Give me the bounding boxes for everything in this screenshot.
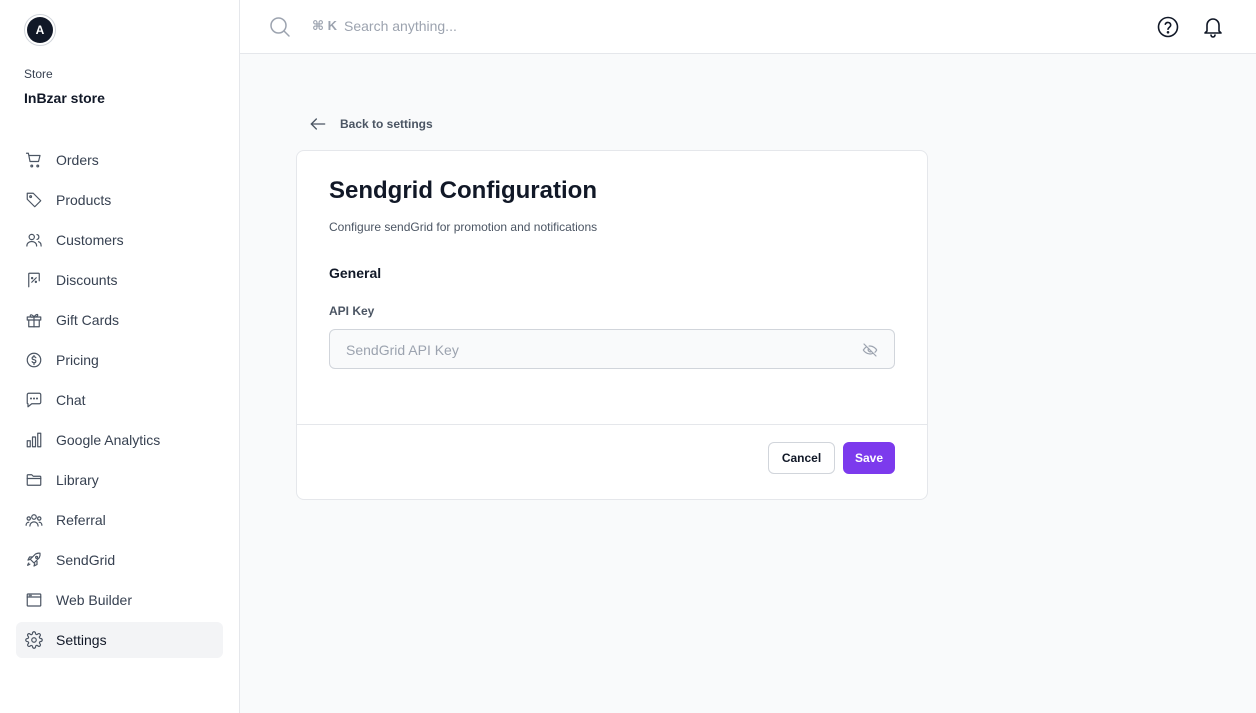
api-key-label: API Key (329, 304, 375, 318)
rocket-icon (24, 550, 44, 570)
avatar-letter: A (27, 17, 53, 43)
main-area: ⌘ K Back to settings Sendgrid Configurat… (240, 0, 1256, 713)
sidebar-item-pricing[interactable]: Pricing (16, 342, 223, 378)
store-avatar[interactable]: A (24, 14, 56, 46)
currency-dollar-icon (24, 350, 44, 370)
gear-icon (24, 630, 44, 650)
sidebar-item-customers[interactable]: Customers (16, 222, 223, 258)
page-subtitle: Configure sendGrid for promotion and not… (329, 220, 598, 234)
chart-bar-icon (24, 430, 44, 450)
user-group-icon (24, 510, 44, 530)
sidebar-item-chat[interactable]: Chat (16, 382, 223, 418)
sidebar-item-label: Products (56, 192, 112, 208)
back-to-settings-link[interactable]: Back to settings (308, 114, 433, 134)
card-divider (297, 424, 927, 425)
sidebar-item-label: Referral (56, 512, 106, 528)
sidebar-item-web-builder[interactable]: Web Builder (16, 582, 223, 618)
sidebar-item-label: Pricing (56, 352, 99, 368)
sidebar-item-label: Discounts (56, 272, 118, 288)
sidebar-item-label: Orders (56, 152, 99, 168)
sidebar-item-label: Gift Cards (56, 312, 120, 328)
sidebar-item-settings[interactable]: Settings (16, 622, 223, 658)
search-input[interactable] (344, 14, 744, 38)
folder-icon (24, 470, 44, 490)
store-name: InBzar store (24, 90, 105, 106)
sidebar-nav: Orders Products Customers Discounts Gift… (16, 142, 223, 662)
cart-icon (24, 150, 44, 170)
sidebar-item-label: Google Analytics (56, 432, 161, 448)
cancel-button[interactable]: Cancel (768, 442, 835, 474)
sidebar-item-google-analytics[interactable]: Google Analytics (16, 422, 223, 458)
sidebar-item-products[interactable]: Products (16, 182, 223, 218)
chat-bubble-icon (24, 390, 44, 410)
api-key-field-wrapper (329, 329, 895, 369)
browser-window-icon (24, 590, 44, 610)
app-root: A Store InBzar store Orders Products Cus… (0, 0, 1256, 713)
sidebar-item-gift-cards[interactable]: Gift Cards (16, 302, 223, 338)
eye-slash-icon[interactable] (862, 342, 878, 363)
api-key-input[interactable] (346, 339, 846, 361)
section-title-general: General (329, 265, 382, 281)
sidebar: A Store InBzar store Orders Products Cus… (0, 0, 240, 713)
sidebar-item-sendgrid[interactable]: SendGrid (16, 542, 223, 578)
sidebar-item-label: Chat (56, 392, 86, 408)
back-link-label: Back to settings (340, 117, 433, 131)
sendgrid-config-card: Sendgrid Configuration Configure sendGri… (296, 150, 928, 500)
sidebar-item-label: Settings (56, 632, 107, 648)
search-shortcut: ⌘ K (312, 18, 338, 33)
store-label: Store (24, 67, 53, 81)
tag-icon (24, 190, 44, 210)
gift-icon (24, 310, 44, 330)
page-title: Sendgrid Configuration (329, 177, 597, 204)
receipt-percent-icon (24, 270, 44, 290)
help-icon[interactable] (1156, 15, 1180, 44)
sidebar-item-label: SendGrid (56, 552, 116, 568)
sidebar-item-referral[interactable]: Referral (16, 502, 223, 538)
topbar: ⌘ K (240, 0, 1256, 54)
sidebar-item-discounts[interactable]: Discounts (16, 262, 223, 298)
users-icon (24, 230, 44, 250)
sidebar-item-label: Library (56, 472, 99, 488)
arrow-left-icon (308, 114, 328, 134)
sidebar-item-library[interactable]: Library (16, 462, 223, 498)
sidebar-item-label: Customers (56, 232, 124, 248)
search-icon (268, 15, 292, 44)
sidebar-item-orders[interactable]: Orders (16, 142, 223, 178)
bell-icon[interactable] (1201, 15, 1225, 44)
sidebar-item-label: Web Builder (56, 592, 133, 608)
save-button[interactable]: Save (843, 442, 895, 474)
